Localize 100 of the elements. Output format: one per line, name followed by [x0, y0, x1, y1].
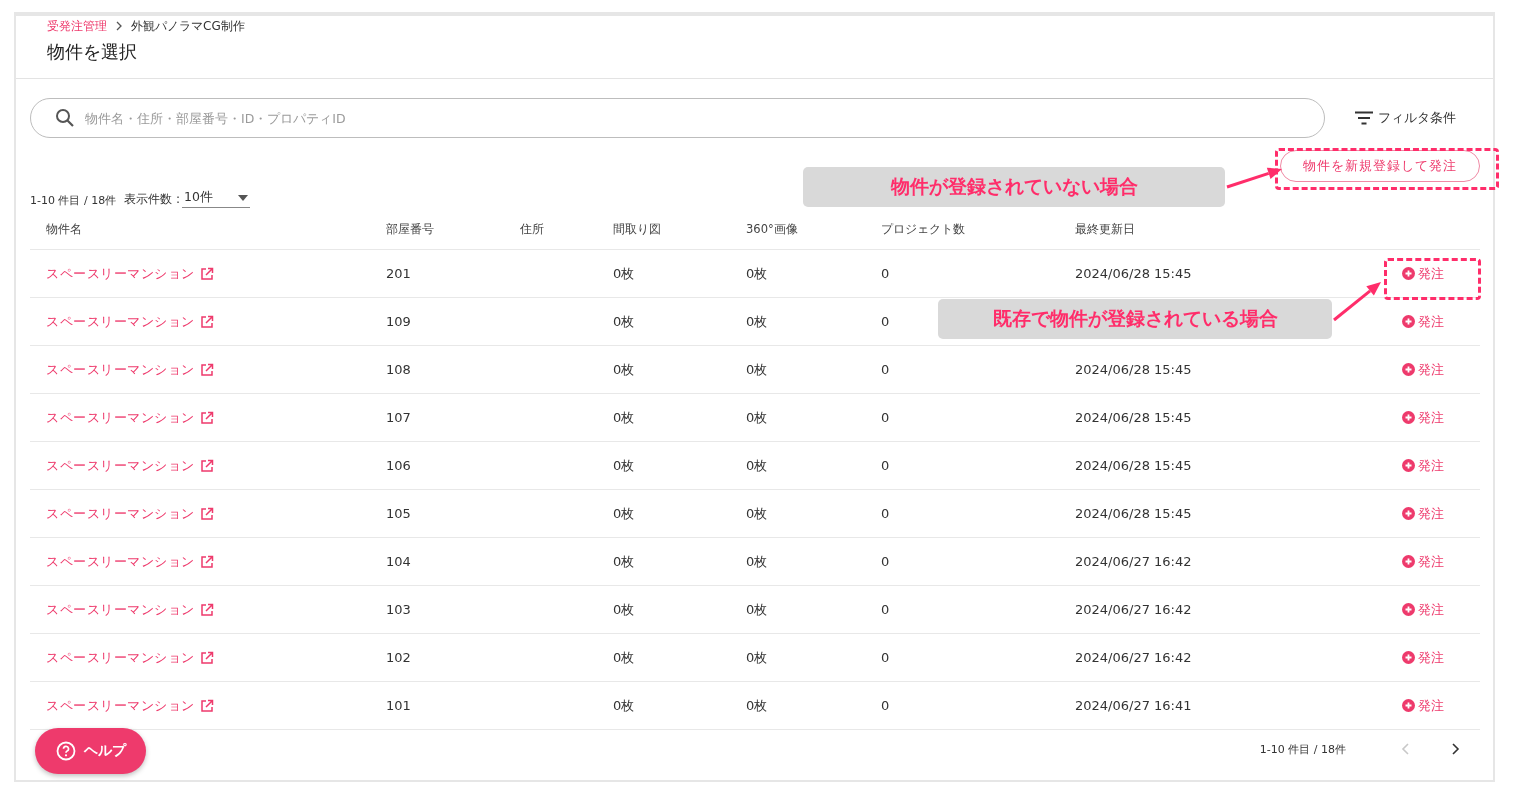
table-cell: 0枚: [746, 697, 768, 713]
property-link[interactable]: スペースリーマンション: [46, 360, 214, 379]
plus-circle-icon: [1401, 267, 1415, 280]
order-button[interactable]: 発注: [1401, 408, 1444, 427]
table-cell: 0枚: [613, 697, 635, 713]
table-cell: 0枚: [613, 265, 635, 281]
search-icon: [55, 108, 75, 128]
table-cell: 2024/06/27 16:42: [1075, 554, 1192, 569]
annotation-callout: 既存で物件が登録されている場合: [938, 299, 1332, 339]
table-cell: 0枚: [746, 601, 768, 617]
table-cell: 0枚: [746, 313, 768, 329]
property-link[interactable]: スペースリーマンション: [46, 552, 214, 571]
property-link[interactable]: スペースリーマンション: [46, 696, 214, 715]
column-header: 360°画像: [746, 222, 799, 237]
column-header: 部屋番号: [386, 222, 435, 237]
plus-circle-icon: [1401, 363, 1415, 376]
annotation-arrow: [1333, 282, 1381, 322]
table-cell: 2024/06/28 15:45: [1075, 266, 1192, 281]
page-size-select[interactable]: 10件: [182, 189, 251, 208]
property-link[interactable]: スペースリーマンション: [46, 504, 214, 523]
table-cell: 0: [881, 698, 890, 713]
external-link-icon: [199, 602, 214, 617]
table-cell: 2024/06/28 15:45: [1075, 362, 1192, 377]
property-link[interactable]: スペースリーマンション: [46, 408, 214, 427]
annotation-callout: 物件が登録されていない場合: [803, 167, 1225, 207]
external-link-icon: [199, 506, 214, 521]
table-cell: 0枚: [613, 409, 635, 425]
page-size-label: 表示件数 :: [124, 191, 181, 208]
annotation-arrow: [1226, 167, 1282, 189]
table-cell: 0枚: [746, 265, 768, 281]
table-cell: 0枚: [746, 457, 768, 473]
external-link-icon: [199, 314, 214, 329]
property-link[interactable]: スペースリーマンション: [46, 600, 214, 619]
order-button[interactable]: 発注: [1401, 360, 1444, 379]
search-input[interactable]: 物件名・住所・部屋番号・ID・プロパティID: [83, 109, 1324, 127]
column-header: 物件名: [45, 222, 83, 237]
question-circle-icon: [55, 741, 76, 761]
filter-button[interactable]: フィルタ条件: [1355, 109, 1456, 127]
table-cell: 101: [386, 698, 411, 713]
plus-circle-icon: [1401, 459, 1415, 472]
column-header: 間取り図: [613, 222, 662, 237]
property-link[interactable]: スペースリーマンション: [46, 264, 214, 283]
chevron-right-icon: [1450, 743, 1460, 755]
help-button[interactable]: ヘルプ: [35, 728, 146, 774]
order-button[interactable]: 発注: [1401, 312, 1444, 331]
page-title: 物件を選択: [47, 40, 138, 64]
table-cell: 0枚: [613, 601, 635, 617]
table-cell: 0枚: [613, 313, 635, 329]
table-cell: 0枚: [613, 505, 635, 521]
table-cell: 0: [881, 506, 890, 521]
table-cell: 2024/06/28 15:45: [1075, 410, 1192, 425]
order-button[interactable]: 発注: [1401, 504, 1444, 523]
plus-circle-icon: [1401, 603, 1415, 616]
caret-icon: [238, 194, 249, 201]
table-cell: 0枚: [746, 409, 768, 425]
property-link[interactable]: スペースリーマンション: [46, 312, 214, 331]
table-cell: 0: [881, 650, 890, 665]
order-button[interactable]: 発注: [1401, 456, 1444, 475]
table-cell: 2024/06/28 15:45: [1075, 506, 1192, 521]
column-header: 住所: [520, 222, 545, 237]
table-cell: 0: [881, 362, 890, 377]
chevron-right-icon: [115, 21, 123, 31]
plus-circle-icon: [1401, 411, 1415, 424]
table-cell: 0枚: [613, 649, 635, 665]
order-button[interactable]: 発注: [1401, 264, 1444, 283]
plus-circle-icon: [1401, 507, 1415, 520]
table-cell: 0枚: [613, 553, 635, 569]
external-link-icon: [199, 698, 214, 713]
table-cell: 2024/06/27 16:42: [1075, 650, 1192, 665]
plus-circle-icon: [1401, 315, 1415, 328]
table-cell: 104: [386, 554, 411, 569]
external-link-icon: [199, 410, 214, 425]
range-text: 1-10 件目 / 18件: [30, 193, 117, 208]
table-cell: 0: [881, 266, 890, 281]
table-cell: 0: [881, 410, 890, 425]
table-cell: 0枚: [746, 505, 768, 521]
property-link[interactable]: スペースリーマンション: [46, 648, 214, 667]
order-button[interactable]: 発注: [1401, 696, 1444, 715]
external-link-icon: [199, 458, 214, 473]
table-cell: 109: [386, 314, 411, 329]
table-cell: 106: [386, 458, 411, 473]
table-cell: 0枚: [746, 553, 768, 569]
table-cell: 107: [386, 410, 411, 425]
external-link-icon: [199, 362, 214, 377]
breadcrumb-link[interactable]: 受発注管理: [47, 17, 107, 35]
order-button[interactable]: 発注: [1401, 552, 1444, 571]
order-button[interactable]: 発注: [1401, 600, 1444, 619]
table-cell: 2024/06/28 15:45: [1075, 458, 1192, 473]
breadcrumb-current: 外観パノラマCG制作: [131, 17, 245, 35]
table-cell: 0枚: [613, 361, 635, 377]
table-cell: 103: [386, 602, 411, 617]
table-cell: 102: [386, 650, 411, 665]
external-link-icon: [199, 650, 214, 665]
column-header: 最終更新日: [1075, 222, 1136, 237]
external-link-icon: [199, 554, 214, 569]
plus-circle-icon: [1401, 699, 1415, 712]
order-button[interactable]: 発注: [1401, 648, 1444, 667]
table-cell: 0: [881, 458, 890, 473]
property-link[interactable]: スペースリーマンション: [46, 456, 214, 475]
table-cell: 201: [386, 266, 411, 281]
